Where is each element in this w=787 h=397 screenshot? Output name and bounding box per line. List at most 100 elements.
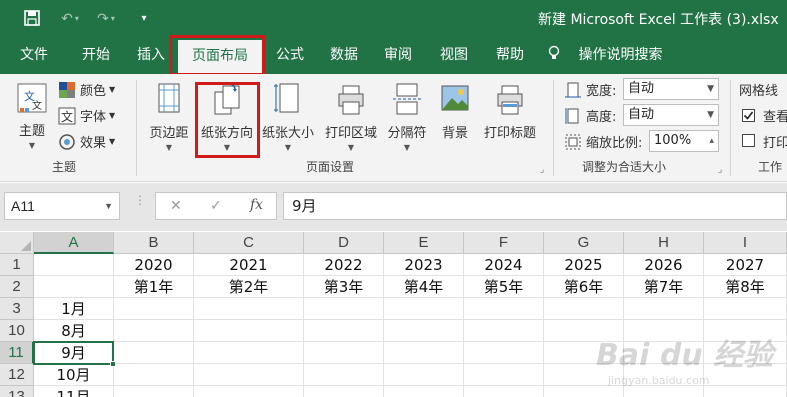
sheet-cell[interactable]	[544, 298, 624, 320]
resize-grip-icon[interactable]: ⋮	[134, 194, 146, 215]
tab-help[interactable]: 帮助	[486, 36, 534, 74]
sheet-cell[interactable]: 第6年	[544, 276, 624, 298]
sheet-cell[interactable]	[114, 298, 194, 320]
column-header[interactable]: C	[194, 232, 304, 254]
scale-input[interactable]: 100% ▴	[649, 130, 719, 152]
height-select[interactable]: 自动 ▼	[623, 104, 719, 126]
tab-view[interactable]: 视图	[430, 36, 478, 74]
dialog-launcher-icon[interactable]: ⌟	[718, 164, 722, 175]
sheet-cell[interactable]: 第5年	[464, 276, 544, 298]
sheet-cell[interactable]: 2023	[384, 254, 464, 276]
formula-input[interactable]: 9月	[283, 192, 787, 220]
column-header[interactable]: A	[34, 232, 114, 254]
sheet-cell[interactable]	[194, 298, 304, 320]
sheet-cell[interactable]	[194, 386, 304, 397]
redo-icon[interactable]: ↷ ▾	[92, 8, 120, 28]
sheet-cell[interactable]: 第3年	[304, 276, 384, 298]
tell-me-search[interactable]: 操作说明搜索	[548, 36, 668, 74]
sheet-cell[interactable]: 2021	[194, 254, 304, 276]
sheet-cell[interactable]	[384, 342, 464, 364]
select-all-button[interactable]	[0, 232, 34, 254]
sheet-cell[interactable]: 2027	[704, 254, 787, 276]
gridlines-view-checkbox[interactable]	[742, 109, 755, 122]
sheet-cell[interactable]	[194, 342, 304, 364]
undo-icon[interactable]: ↶ ▾	[56, 8, 84, 28]
sheet-cell[interactable]: 2024	[464, 254, 544, 276]
tab-file[interactable]: 文件	[6, 36, 62, 74]
row-header[interactable]: 12	[0, 364, 34, 386]
sheet-cell[interactable]	[304, 386, 384, 397]
orientation-button[interactable]: 纸张方向 ▼	[196, 78, 258, 152]
sheet-cell[interactable]	[194, 320, 304, 342]
sheet-cell[interactable]	[704, 386, 787, 397]
sheet-cell[interactable]	[304, 298, 384, 320]
sheet-cell[interactable]: 第7年	[624, 276, 704, 298]
sheet-cell[interactable]: 2026	[624, 254, 704, 276]
sheet-cell[interactable]: 11月	[34, 386, 114, 397]
sheet-cell[interactable]	[114, 320, 194, 342]
print-area-button[interactable]: 打印区域 ▼	[322, 78, 380, 152]
sheet-cell[interactable]	[384, 386, 464, 397]
sheet-cell[interactable]	[464, 386, 544, 397]
column-header[interactable]: I	[704, 232, 787, 254]
themes-button[interactable]: 文 文 主题 ▼	[12, 78, 52, 150]
sheet-cell[interactable]: 2025	[544, 254, 624, 276]
sheet-cell[interactable]: 8月	[34, 320, 114, 342]
cancel-icon[interactable]: ✕	[170, 197, 182, 214]
dialog-launcher-icon[interactable]: ⌟	[540, 164, 544, 175]
margins-button[interactable]: 页边距 ▼	[142, 78, 196, 152]
column-header[interactable]: B	[114, 232, 194, 254]
sheet-cell[interactable]	[304, 342, 384, 364]
column-header[interactable]: E	[384, 232, 464, 254]
background-button[interactable]: 背景	[434, 78, 476, 141]
size-button[interactable]: 纸张大小 ▼	[260, 78, 316, 152]
sheet-cell[interactable]: 2020	[114, 254, 194, 276]
sheet-cell[interactable]	[114, 386, 194, 397]
sheet-cell[interactable]	[384, 364, 464, 386]
colors-button[interactable]: 颜色 ▼	[58, 80, 115, 99]
sheet-cell[interactable]	[624, 298, 704, 320]
sheet-cell[interactable]	[114, 364, 194, 386]
enter-icon[interactable]: ✓	[210, 197, 222, 214]
sheet-cell[interactable]	[624, 386, 704, 397]
sheet-cell[interactable]	[304, 320, 384, 342]
column-header[interactable]: F	[464, 232, 544, 254]
sheet-cell[interactable]: 1月	[34, 298, 114, 320]
column-header[interactable]: H	[624, 232, 704, 254]
sheet-cell[interactable]	[304, 364, 384, 386]
gridlines-print-checkbox[interactable]	[742, 134, 755, 147]
sheet-cell[interactable]: 第2年	[194, 276, 304, 298]
sheet-cell[interactable]: 10月	[34, 364, 114, 386]
sheet-cell[interactable]	[194, 364, 304, 386]
row-header[interactable]: 10	[0, 320, 34, 342]
row-header[interactable]: 11	[0, 342, 34, 364]
customize-toolbar-icon[interactable]: ▾	[136, 8, 152, 28]
sheet-cell[interactable]	[34, 254, 114, 276]
print-titles-button[interactable]: 打印标题	[480, 78, 540, 141]
sheet-cell[interactable]	[544, 386, 624, 397]
insert-function-icon[interactable]: fx	[250, 197, 263, 213]
sheet-cell[interactable]	[114, 342, 194, 364]
sheet-cell[interactable]: 2022	[304, 254, 384, 276]
spinner-icon[interactable]: ▴	[709, 131, 714, 151]
row-header[interactable]: 1	[0, 254, 34, 276]
width-select[interactable]: 自动 ▼	[623, 78, 719, 100]
sheet-cell[interactable]	[704, 298, 787, 320]
fonts-button[interactable]: 文 字体 ▼	[58, 106, 115, 125]
tab-data[interactable]: 数据	[320, 36, 368, 74]
column-header[interactable]: D	[304, 232, 384, 254]
effects-button[interactable]: 效果 ▼	[58, 132, 115, 151]
tab-insert[interactable]: 插入	[124, 36, 178, 74]
sheet-cell[interactable]: 第8年	[704, 276, 787, 298]
breaks-button[interactable]: 分隔符 ▼	[384, 78, 430, 152]
sheet-cell[interactable]	[464, 364, 544, 386]
row-header[interactable]: 2	[0, 276, 34, 298]
sheet-cell[interactable]	[464, 298, 544, 320]
name-box[interactable]: A11 ▼	[4, 192, 120, 220]
row-header[interactable]: 3	[0, 298, 34, 320]
tab-page-layout[interactable]: 页面布局	[178, 40, 262, 74]
tab-formulas[interactable]: 公式	[266, 36, 314, 74]
save-icon[interactable]	[20, 8, 44, 28]
sheet-cell[interactable]	[464, 342, 544, 364]
row-header[interactable]: 13	[0, 386, 34, 397]
